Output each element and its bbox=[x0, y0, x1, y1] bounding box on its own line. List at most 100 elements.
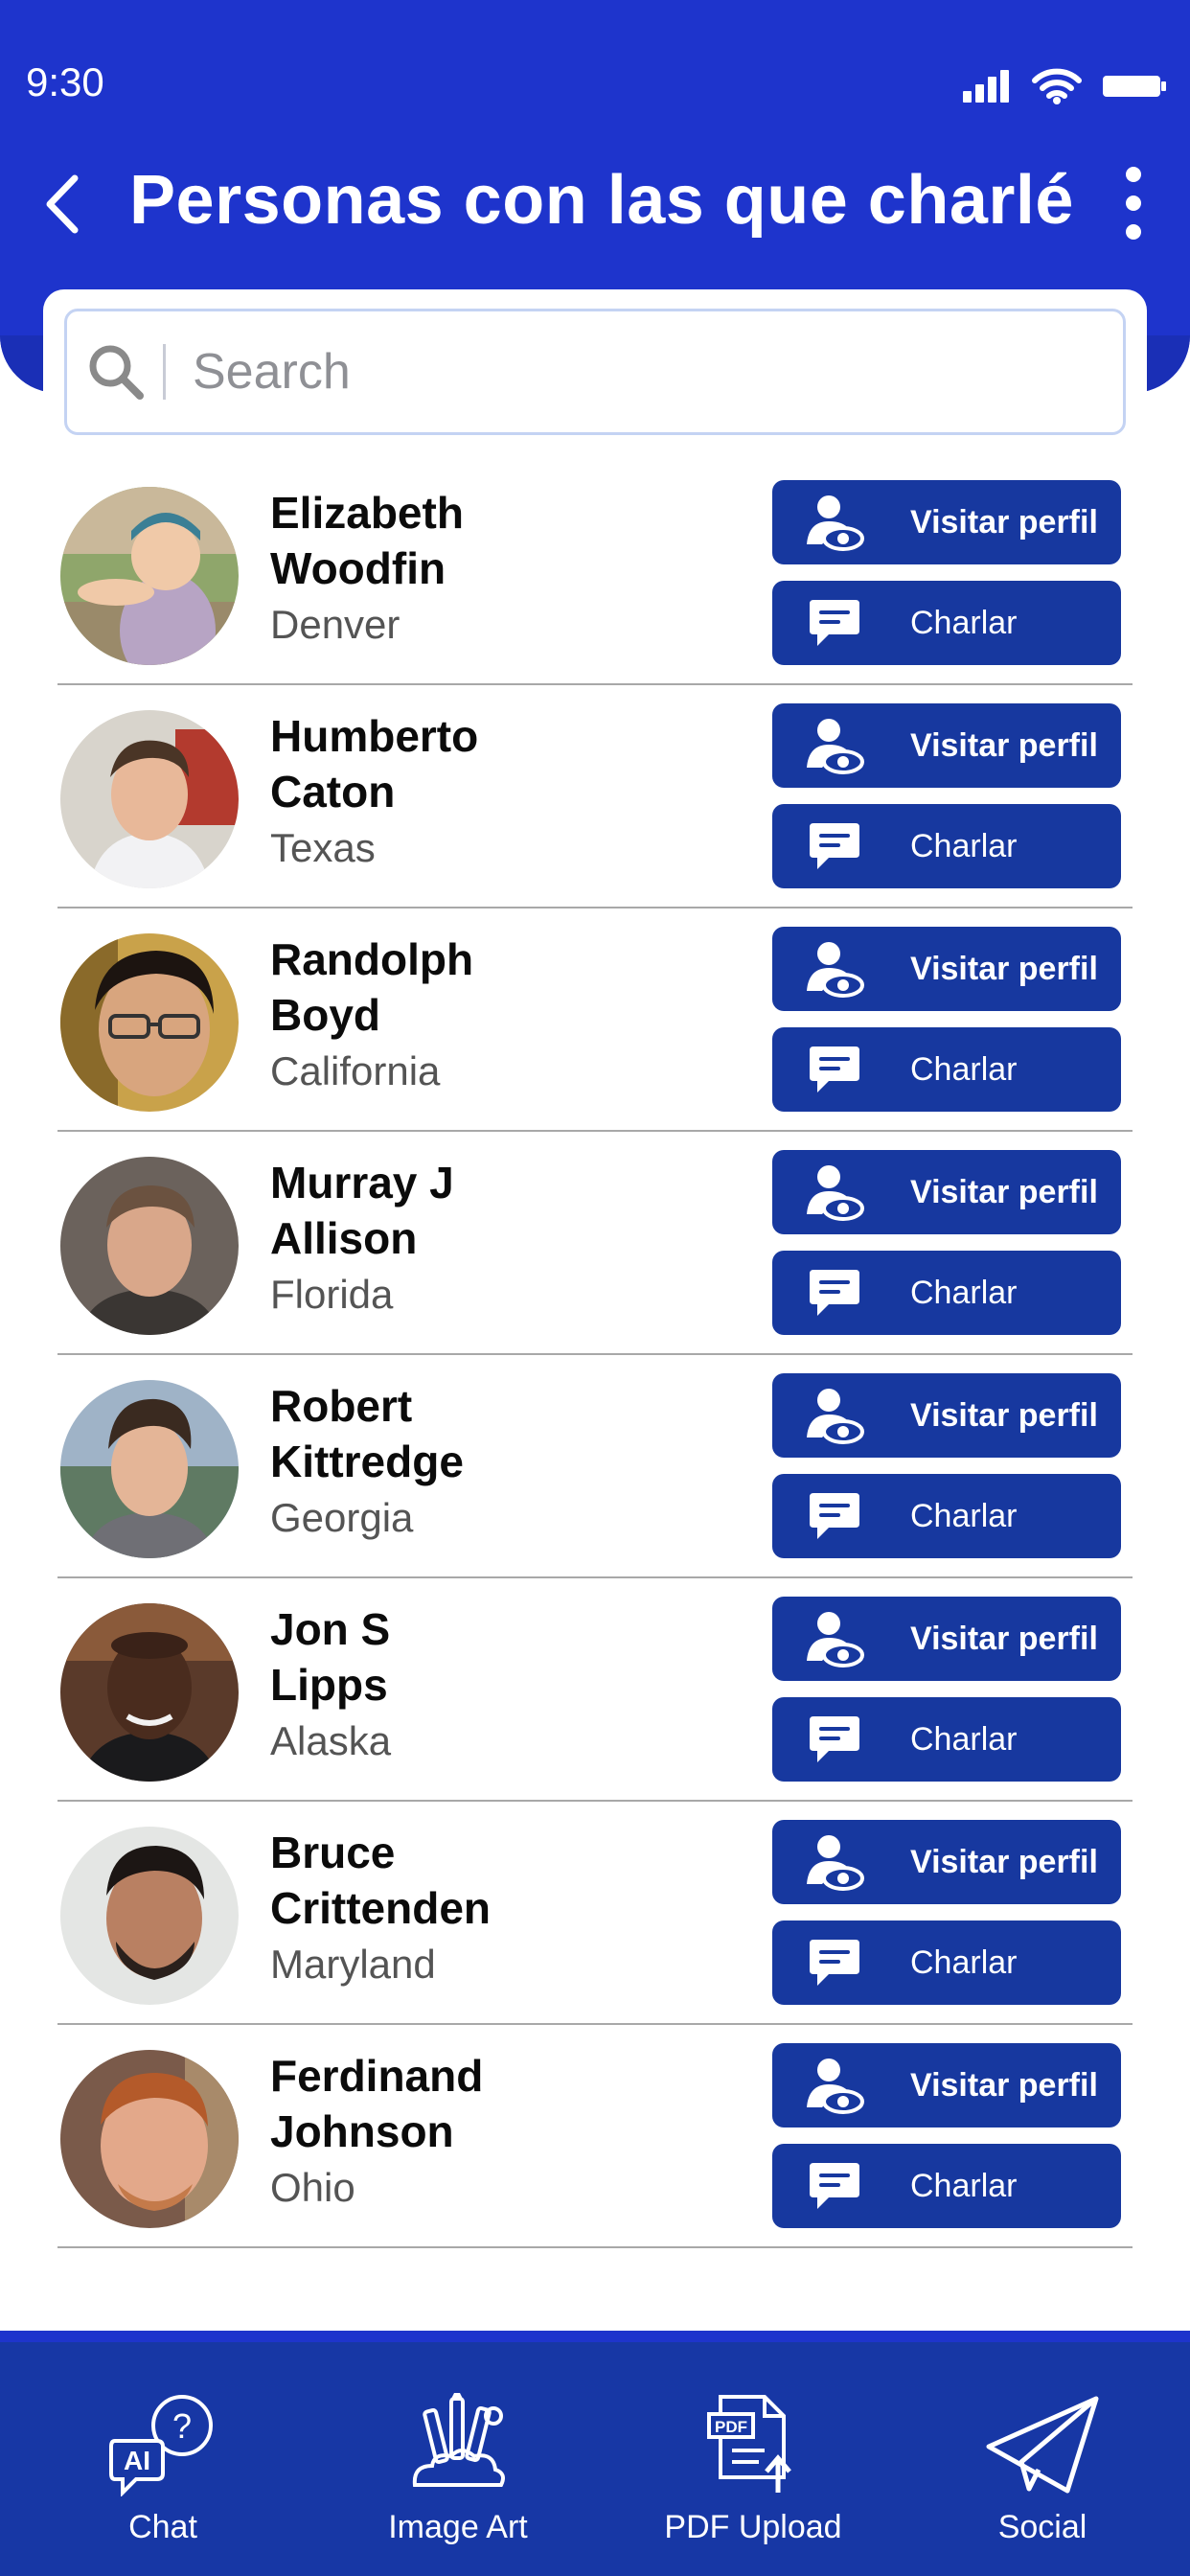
list-item: Humberto Caton Texas Visitar perfil Char… bbox=[57, 685, 1133, 908]
avatar[interactable] bbox=[60, 1380, 239, 1558]
nav-label-chat: Chat bbox=[128, 2509, 197, 2545]
chat-bubble-icon bbox=[810, 823, 859, 869]
svg-text:AI: AI bbox=[124, 2446, 150, 2475]
visit-profile-button[interactable]: Visitar perfil bbox=[772, 1373, 1121, 1458]
chat-bubble-icon bbox=[810, 1493, 859, 1539]
contact-location: Florida bbox=[270, 1272, 394, 1317]
chat-button[interactable]: Charlar bbox=[772, 2144, 1121, 2228]
search-icon bbox=[89, 345, 144, 400]
ai-chat-icon: ? AI bbox=[109, 2395, 213, 2496]
chat-button[interactable]: Charlar bbox=[772, 1697, 1121, 1782]
search-input[interactable] bbox=[193, 343, 1055, 401]
visit-profile-button[interactable]: Visitar perfil bbox=[772, 927, 1121, 1011]
visit-profile-button[interactable]: Visitar perfil bbox=[772, 2043, 1121, 2128]
chat-bubble-icon bbox=[810, 1046, 859, 1092]
visit-profile-button[interactable]: Visitar perfil bbox=[772, 480, 1121, 564]
visit-profile-label: Visitar perfil bbox=[910, 503, 1098, 540]
chat-label: Charlar bbox=[910, 1497, 1018, 1534]
avatar[interactable] bbox=[60, 2050, 239, 2228]
avatar[interactable] bbox=[60, 933, 239, 1112]
list-item: Murray J Allison Florida Visitar perfil bbox=[57, 1132, 1133, 1355]
visit-profile-button[interactable]: Visitar perfil bbox=[772, 1820, 1121, 1904]
chat-bubble-icon bbox=[810, 1940, 859, 1986]
search-bar[interactable] bbox=[64, 309, 1126, 435]
wifi-icon bbox=[1032, 68, 1082, 104]
back-button[interactable] bbox=[38, 171, 96, 238]
svg-text:PDF: PDF bbox=[715, 2418, 747, 2436]
nav-label-social: Social bbox=[997, 2509, 1087, 2545]
avatar[interactable] bbox=[60, 1157, 239, 1335]
chat-button[interactable]: Charlar bbox=[772, 581, 1121, 665]
contact-name: Bruce Crittenden bbox=[270, 1828, 491, 1933]
chat-bubble-icon bbox=[810, 1716, 859, 1762]
visit-profile-button[interactable]: Visitar perfil bbox=[772, 1597, 1121, 1681]
chat-label: Charlar bbox=[910, 604, 1018, 641]
list-item: Elizabeth Woodfin Denver Visitar perfil bbox=[57, 462, 1133, 685]
list-item: Robert Kittredge Georgia Visitar perfil bbox=[57, 1355, 1133, 1578]
profile-view-icon bbox=[807, 1165, 864, 1221]
chat-bubble-icon bbox=[810, 600, 859, 646]
chat-label: Charlar bbox=[910, 2167, 1018, 2204]
visit-profile-label: Visitar perfil bbox=[910, 950, 1098, 987]
pdf-upload-icon: PDF bbox=[707, 2395, 791, 2493]
visit-profile-button[interactable]: Visitar perfil bbox=[772, 1150, 1121, 1234]
visit-profile-label: Visitar perfil bbox=[910, 2066, 1098, 2104]
visit-profile-label: Visitar perfil bbox=[910, 726, 1098, 764]
more-options-button[interactable] bbox=[1119, 165, 1148, 242]
visit-profile-button[interactable]: Visitar perfil bbox=[772, 703, 1121, 788]
profile-view-icon bbox=[807, 719, 864, 774]
bottom-navigation: ? AI Chat Image Art PDF PDF Upload Socia… bbox=[0, 2331, 1190, 2576]
chat-label: Charlar bbox=[910, 1720, 1018, 1758]
contact-name: Murray J Allison bbox=[270, 1158, 454, 1263]
contact-name: Humberto Caton bbox=[270, 711, 479, 816]
list-item: Randolph Boyd California Visitar perfil bbox=[57, 908, 1133, 1132]
chat-button[interactable]: Charlar bbox=[772, 1474, 1121, 1558]
chat-label: Charlar bbox=[910, 827, 1018, 864]
list-item: Ferdinand Johnson Ohio Visitar perfil Ch… bbox=[57, 2025, 1133, 2248]
contact-list: Elizabeth Woodfin Denver Visitar perfil bbox=[57, 462, 1133, 2248]
avatar[interactable] bbox=[60, 710, 239, 888]
contact-location: Denver bbox=[270, 602, 400, 647]
chat-button[interactable]: Charlar bbox=[772, 1027, 1121, 1112]
profile-view-icon bbox=[807, 495, 864, 551]
contact-name: Elizabeth Woodfin bbox=[270, 488, 464, 593]
contact-location: Maryland bbox=[270, 1942, 436, 1987]
chat-button[interactable]: Charlar bbox=[772, 1920, 1121, 2005]
chat-button[interactable]: Charlar bbox=[772, 1251, 1121, 1335]
contact-name: Robert Kittredge bbox=[270, 1381, 464, 1486]
more-vertical-icon bbox=[1126, 167, 1141, 240]
paper-plane-icon bbox=[986, 2396, 1099, 2494]
avatar[interactable] bbox=[60, 487, 239, 665]
chat-bubble-icon bbox=[810, 1270, 859, 1316]
nav-item-image-art[interactable]: Image Art bbox=[362, 2342, 554, 2576]
battery-icon bbox=[1103, 76, 1166, 97]
profile-view-icon bbox=[807, 2058, 864, 2114]
avatar[interactable] bbox=[60, 1827, 239, 2005]
profile-view-icon bbox=[807, 1835, 864, 1891]
list-item: Bruce Crittenden Maryland Visitar perfil bbox=[57, 1802, 1133, 2025]
visit-profile-label: Visitar perfil bbox=[910, 1620, 1098, 1657]
avatar[interactable] bbox=[60, 1603, 239, 1782]
search-divider bbox=[163, 344, 166, 400]
nav-item-social[interactable]: Social bbox=[947, 2342, 1138, 2576]
nav-label-pdf-upload: PDF Upload bbox=[664, 2509, 842, 2545]
status-time: 9:30 bbox=[26, 59, 104, 104]
cellular-signal-icon bbox=[963, 70, 1009, 103]
contact-name: Randolph Boyd bbox=[270, 934, 474, 1040]
chat-label: Charlar bbox=[910, 1944, 1018, 1981]
chat-label: Charlar bbox=[910, 1050, 1018, 1088]
contact-location: Ohio bbox=[270, 2165, 355, 2210]
nav-item-chat[interactable]: ? AI Chat bbox=[67, 2342, 259, 2576]
status-icons bbox=[963, 67, 1166, 105]
contact-name: Jon S Lipps bbox=[270, 1604, 391, 1710]
nav-item-pdf-upload[interactable]: PDF PDF Upload bbox=[657, 2342, 849, 2576]
contact-location: California bbox=[270, 1048, 441, 1093]
contact-location: Georgia bbox=[270, 1495, 414, 1540]
visit-profile-label: Visitar perfil bbox=[910, 1396, 1098, 1434]
visit-profile-label: Visitar perfil bbox=[910, 1173, 1098, 1210]
profile-view-icon bbox=[807, 1389, 864, 1444]
profile-view-icon bbox=[807, 942, 864, 998]
chat-label: Charlar bbox=[910, 1274, 1018, 1311]
chat-button[interactable]: Charlar bbox=[772, 804, 1121, 888]
chat-bubble-icon bbox=[810, 2163, 859, 2209]
